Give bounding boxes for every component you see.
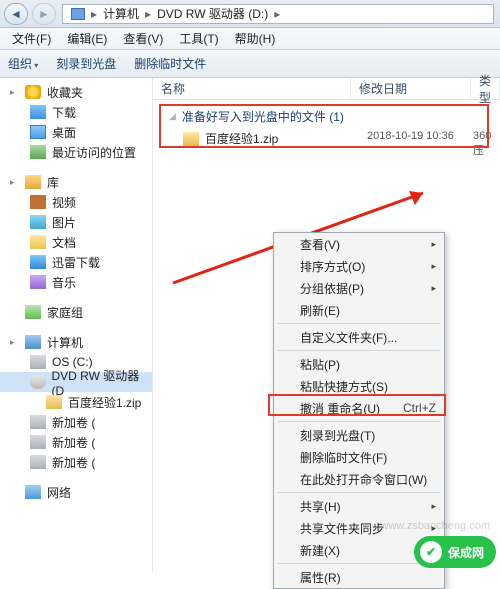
sidebar-xunlei[interactable]: 迅雷下载 [0, 252, 152, 272]
nav-back-button[interactable]: ◄ [4, 3, 28, 25]
chevron-right-icon: ▸ [143, 7, 153, 21]
ctx-group[interactable]: 分组依据(P)▸ [274, 277, 444, 299]
zip-icon [183, 132, 199, 146]
ctx-paste[interactable]: 粘贴(P) [274, 353, 444, 375]
separator [278, 323, 440, 324]
sidebar-newvol1[interactable]: 新加卷 ( [0, 412, 152, 432]
sidebar-library[interactable]: ▸库 [0, 172, 152, 192]
sidebar-zip-file[interactable]: 百度经验1.zip [0, 392, 152, 412]
sidebar: ▸收藏夹 下载 桌面 最近访问的位置 ▸库 视频 图片 文档 迅雷下载 音乐 家… [0, 78, 153, 572]
ctx-paste-shortcut[interactable]: 粘贴快捷方式(S) [274, 375, 444, 397]
computer-icon [71, 8, 85, 20]
sidebar-desktop[interactable]: 桌面 [0, 122, 152, 142]
watermark-url: www.zsbaocheng.com [381, 520, 490, 532]
computer-icon [25, 335, 41, 349]
col-type[interactable]: 类型 [471, 78, 500, 99]
menu-view[interactable]: 查看(V) [115, 30, 171, 47]
submenu-arrow-icon: ▸ [431, 501, 436, 512]
ctx-refresh[interactable]: 刷新(E) [274, 299, 444, 321]
sidebar-pictures[interactable]: 图片 [0, 212, 152, 232]
ctx-delete-temp[interactable]: 删除临时文件(F) [274, 446, 444, 468]
ctx-undo[interactable]: 撤消 重命名(U)Ctrl+Z [274, 397, 444, 419]
section-title[interactable]: ◢ 准备好写入到光盘中的文件 (1) [169, 108, 344, 125]
delete-temp-button[interactable]: 删除临时文件 [134, 55, 206, 72]
star-icon [25, 85, 41, 99]
sidebar-downloads[interactable]: 下载 [0, 102, 152, 122]
file-ext: 360压 [473, 130, 500, 158]
file-date: 2018-10-19 10:36 [367, 130, 454, 142]
video-icon [30, 195, 46, 209]
watermark-badge: ✔ 保成网 [414, 536, 496, 568]
breadcrumb-segment[interactable]: DVD RW 驱动器 (D:) [153, 5, 272, 22]
menu-bar: 文件(F) 编辑(E) 查看(V) 工具(T) 帮助(H) [0, 28, 500, 50]
col-name[interactable]: 名称 [153, 78, 351, 99]
sidebar-newvol3[interactable]: 新加卷 ( [0, 452, 152, 472]
separator [278, 421, 440, 422]
breadcrumb-segment[interactable]: 计算机 [99, 5, 143, 22]
ctx-customize[interactable]: 自定义文件夹(F)... [274, 326, 444, 348]
shortcut-label: Ctrl+Z [403, 401, 436, 415]
content-pane[interactable]: 名称 修改日期 类型 ◢ 准备好写入到光盘中的文件 (1) 百度经验1.zip … [153, 78, 500, 572]
xunlei-icon [30, 255, 46, 269]
sidebar-network[interactable]: 网络 [0, 482, 152, 502]
picture-icon [30, 215, 46, 229]
ctx-properties[interactable]: 属性(R) [274, 566, 444, 588]
chevron-right-icon: ▸ [272, 7, 282, 21]
drive-icon [30, 355, 46, 369]
submenu-arrow-icon: ▸ [431, 261, 436, 272]
ctx-open-cmd[interactable]: 在此处打开命令窗口(W) [274, 468, 444, 490]
separator [278, 563, 440, 564]
nav-forward-button[interactable]: ► [32, 3, 56, 25]
badge-text: 保成网 [448, 544, 484, 561]
ctx-sort[interactable]: 排序方式(O)▸ [274, 255, 444, 277]
drive-icon [30, 415, 46, 429]
sidebar-newvol2[interactable]: 新加卷 ( [0, 432, 152, 452]
sidebar-recent[interactable]: 最近访问的位置 [0, 142, 152, 162]
sidebar-computer[interactable]: ▸计算机 [0, 332, 152, 352]
badge-logo-icon: ✔ [420, 541, 442, 563]
menu-tools[interactable]: 工具(T) [171, 30, 226, 47]
homegroup-icon [25, 305, 41, 319]
burn-button[interactable]: 刻录到光盘 [56, 55, 116, 72]
network-icon [25, 485, 41, 499]
sidebar-video[interactable]: 视频 [0, 192, 152, 212]
dvd-icon [30, 375, 46, 389]
col-modified[interactable]: 修改日期 [351, 78, 471, 99]
separator [278, 350, 440, 351]
separator [278, 492, 440, 493]
sidebar-favorites[interactable]: ▸收藏夹 [0, 82, 152, 102]
recent-icon [30, 145, 46, 159]
column-headers: 名称 修改日期 类型 [153, 78, 500, 100]
toolbar: 组织 刻录到光盘 删除临时文件 [0, 50, 500, 78]
drive-icon [30, 455, 46, 469]
menu-help[interactable]: 帮助(H) [227, 30, 284, 47]
breadcrumb[interactable]: ▸ 计算机 ▸ DVD RW 驱动器 (D:) ▸ [62, 4, 494, 24]
submenu-arrow-icon: ▸ [431, 239, 436, 250]
context-menu: 查看(V)▸ 排序方式(O)▸ 分组依据(P)▸ 刷新(E) 自定义文件夹(F)… [273, 232, 445, 589]
submenu-arrow-icon: ▸ [431, 283, 436, 294]
sidebar-dvd-drive[interactable]: DVD RW 驱动器 (D [0, 372, 152, 392]
zip-icon [46, 395, 62, 409]
music-icon [30, 275, 46, 289]
sidebar-music[interactable]: 音乐 [0, 272, 152, 292]
menu-file[interactable]: 文件(F) [4, 30, 59, 47]
ctx-share[interactable]: 共享(H)▸ [274, 495, 444, 517]
file-name: 百度经验1.zip [205, 130, 278, 147]
disclosure-triangle-icon: ◢ [169, 111, 176, 122]
library-icon [25, 175, 41, 189]
organize-button[interactable]: 组织 [8, 55, 38, 72]
desktop-icon [30, 125, 46, 139]
download-icon [30, 105, 46, 119]
sidebar-documents[interactable]: 文档 [0, 232, 152, 252]
ctx-view[interactable]: 查看(V)▸ [274, 233, 444, 255]
sidebar-homegroup[interactable]: 家庭组 [0, 302, 152, 322]
menu-edit[interactable]: 编辑(E) [59, 30, 115, 47]
chevron-right-icon: ▸ [89, 7, 99, 21]
document-icon [30, 235, 46, 249]
drive-icon [30, 435, 46, 449]
ctx-burn[interactable]: 刻录到光盘(T) [274, 424, 444, 446]
